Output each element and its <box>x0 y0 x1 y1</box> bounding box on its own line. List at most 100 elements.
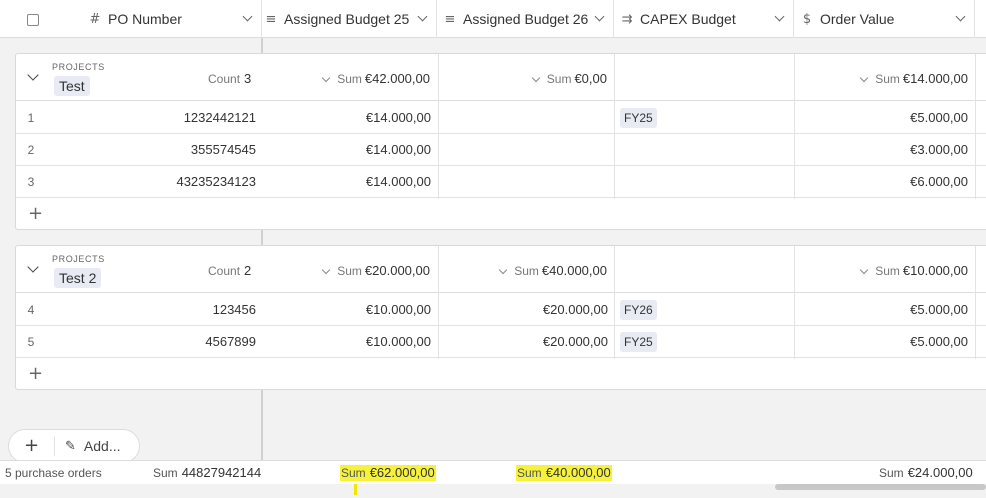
po-number-cell[interactable]: 123456 <box>46 294 256 326</box>
budget26-cell[interactable] <box>438 102 608 134</box>
budget25-cell[interactable]: €10.000,00 <box>263 294 431 326</box>
chevron-down-icon[interactable] <box>321 73 331 83</box>
row-number: 3 <box>27 175 35 189</box>
budget25-cell[interactable]: €14.000,00 <box>263 166 431 198</box>
sum-value: €0,00 <box>574 71 607 86</box>
po-number-cell[interactable]: 43235234123 <box>46 166 256 198</box>
capex-budget-header[interactable]: ⇉ CAPEX Budget <box>614 0 794 38</box>
sum-value: €10.000,00 <box>902 263 968 278</box>
table-row[interactable]: 3 43235234123 €14.000,00 €6.000,00 <box>16 166 986 198</box>
table-row[interactable]: 2 355574545 €14.000,00 €3.000,00 <box>16 134 986 166</box>
budget26-sum[interactable]: Sum €40.000,00 <box>516 461 612 485</box>
order-value-cell[interactable]: €3.000,00 <box>795 134 968 166</box>
add-button-label[interactable]: Add... <box>84 438 121 454</box>
magic-wand-icon[interactable]: ✎ <box>65 439 76 454</box>
chevron-down-icon[interactable] <box>859 265 869 275</box>
table-row[interactable]: 5 4567899 €10.000,00 €20.000,00 FY25 €5.… <box>16 326 986 358</box>
po-number-sum[interactable]: Sum 44827942144 <box>153 461 261 485</box>
column-divider <box>794 54 795 199</box>
sum-value: €14.000,00 <box>902 71 968 86</box>
sum-label: Sum <box>875 264 900 278</box>
table-row[interactable]: 1 1232442121 €14.000,00 FY25 €5.000,00 <box>16 102 986 134</box>
budget25-cell[interactable]: €14.000,00 <box>263 102 431 134</box>
sum-value: €62.000,00 <box>369 465 435 480</box>
plus-icon[interactable]: + <box>28 365 43 383</box>
add-record-button[interactable]: + <box>9 436 55 456</box>
column-divider <box>438 246 439 359</box>
budget25-cell[interactable]: €10.000,00 <box>263 326 431 358</box>
sum-value: €24.000,00 <box>907 465 973 480</box>
group-count: Count 2 <box>208 263 251 278</box>
plus-icon[interactable]: + <box>28 205 43 223</box>
collapse-chevron-icon[interactable] <box>27 261 39 273</box>
order-value-cell[interactable]: €5.000,00 <box>795 326 968 358</box>
lookup-icon: ≡ <box>265 11 277 27</box>
sum-label: Sum <box>341 466 366 480</box>
order-value-cell[interactable]: €5.000,00 <box>795 102 968 134</box>
add-row-button[interactable]: + <box>16 359 986 390</box>
chevron-down-icon[interactable] <box>594 11 605 22</box>
budget26-cell[interactable]: €20.000,00 <box>438 326 608 358</box>
order-value-label: Order Value <box>820 11 895 27</box>
group-test: PROJECTS Test Count 3 Sum €42.000,00 Sum €0… <box>15 53 986 230</box>
summary-bar: 5 purchase orders Sum 44827942144 Sum €62.… <box>0 460 986 484</box>
row-number: 2 <box>27 143 35 157</box>
chevron-down-icon[interactable] <box>242 11 253 22</box>
sum-label: Sum <box>337 72 362 86</box>
count-value: 2 <box>244 263 252 278</box>
budget25-cell[interactable]: €14.000,00 <box>263 134 431 166</box>
po-number-cell[interactable]: 355574545 <box>46 134 256 166</box>
group-name: Test 2 <box>54 268 102 288</box>
sum-label: Sum <box>879 466 904 480</box>
order-value-header[interactable]: $ Order Value <box>794 0 975 38</box>
group-name: Test <box>54 76 90 96</box>
capex-tag[interactable]: FY25 <box>620 108 657 128</box>
table-row[interactable]: 4 123456 €10.000,00 €20.000,00 FY26 €5.0… <box>16 294 986 326</box>
order-value-sum[interactable]: Sum €24.000,00 <box>879 461 973 485</box>
assigned-budget-25-header[interactable]: ≡ Assigned Budget 25 <box>262 0 437 38</box>
po-number-header[interactable]: # PO Number <box>0 0 262 38</box>
group-test-2: PROJECTS Test 2 Count 2 Sum €20.000,00 Sum… <box>15 245 986 390</box>
sum-label: Sum <box>546 72 572 86</box>
order-value-cell[interactable]: €5.000,00 <box>795 294 968 326</box>
rollup-icon: ⇉ <box>621 11 633 27</box>
order-value-cell[interactable]: €6.000,00 <box>795 166 968 198</box>
count-label: Count <box>208 72 241 86</box>
add-row-button[interactable]: + <box>16 199 986 230</box>
horizontal-scrollbar[interactable] <box>775 484 986 490</box>
select-all-checkbox[interactable] <box>27 14 39 26</box>
group-sum-budget26: Sum €0,00 <box>531 71 607 86</box>
po-number-cell[interactable]: 4567899 <box>46 326 256 358</box>
chevron-down-icon[interactable] <box>498 265 508 275</box>
sum-label: Sum <box>153 466 178 480</box>
collapse-chevron-icon[interactable] <box>27 69 39 81</box>
budget25-sum[interactable]: Sum €62.000,00 <box>340 461 436 485</box>
budget26-cell[interactable] <box>438 134 608 166</box>
sum-label: Sum <box>517 466 542 480</box>
column-divider <box>614 246 615 359</box>
capex-tag[interactable]: FY26 <box>620 300 657 320</box>
group-sum-order: Sum €10.000,00 <box>859 263 968 278</box>
chevron-down-icon[interactable] <box>321 265 331 275</box>
group-sum-order: Sum €14.000,00 <box>859 71 968 86</box>
column-divider <box>794 246 795 359</box>
group-header: PROJECTS Test 2 Count 2 Sum €20.000,00 Sum… <box>16 246 986 293</box>
group-count: Count 3 <box>208 71 251 86</box>
chevron-down-icon[interactable] <box>955 11 966 22</box>
capex-budget-label: CAPEX Budget <box>640 11 736 27</box>
hash-icon: # <box>89 11 101 27</box>
capex-tag[interactable]: FY25 <box>620 332 657 352</box>
row-number: 4 <box>27 303 35 317</box>
dollar-icon: $ <box>802 11 812 27</box>
chevron-down-icon[interactable] <box>417 11 428 22</box>
budget26-cell[interactable] <box>438 166 608 198</box>
budget26-cell[interactable]: €20.000,00 <box>438 294 608 326</box>
sum-value: €40.000,00 <box>545 465 611 480</box>
row-number: 5 <box>27 335 35 349</box>
chevron-down-icon[interactable] <box>859 73 869 83</box>
lookup-icon: ≡ <box>444 11 456 27</box>
chevron-down-icon[interactable] <box>531 73 541 83</box>
po-number-cell[interactable]: 1232442121 <box>46 102 256 134</box>
chevron-down-icon[interactable] <box>774 11 785 22</box>
assigned-budget-26-header[interactable]: ≡ Assigned Budget 26 <box>437 0 614 38</box>
